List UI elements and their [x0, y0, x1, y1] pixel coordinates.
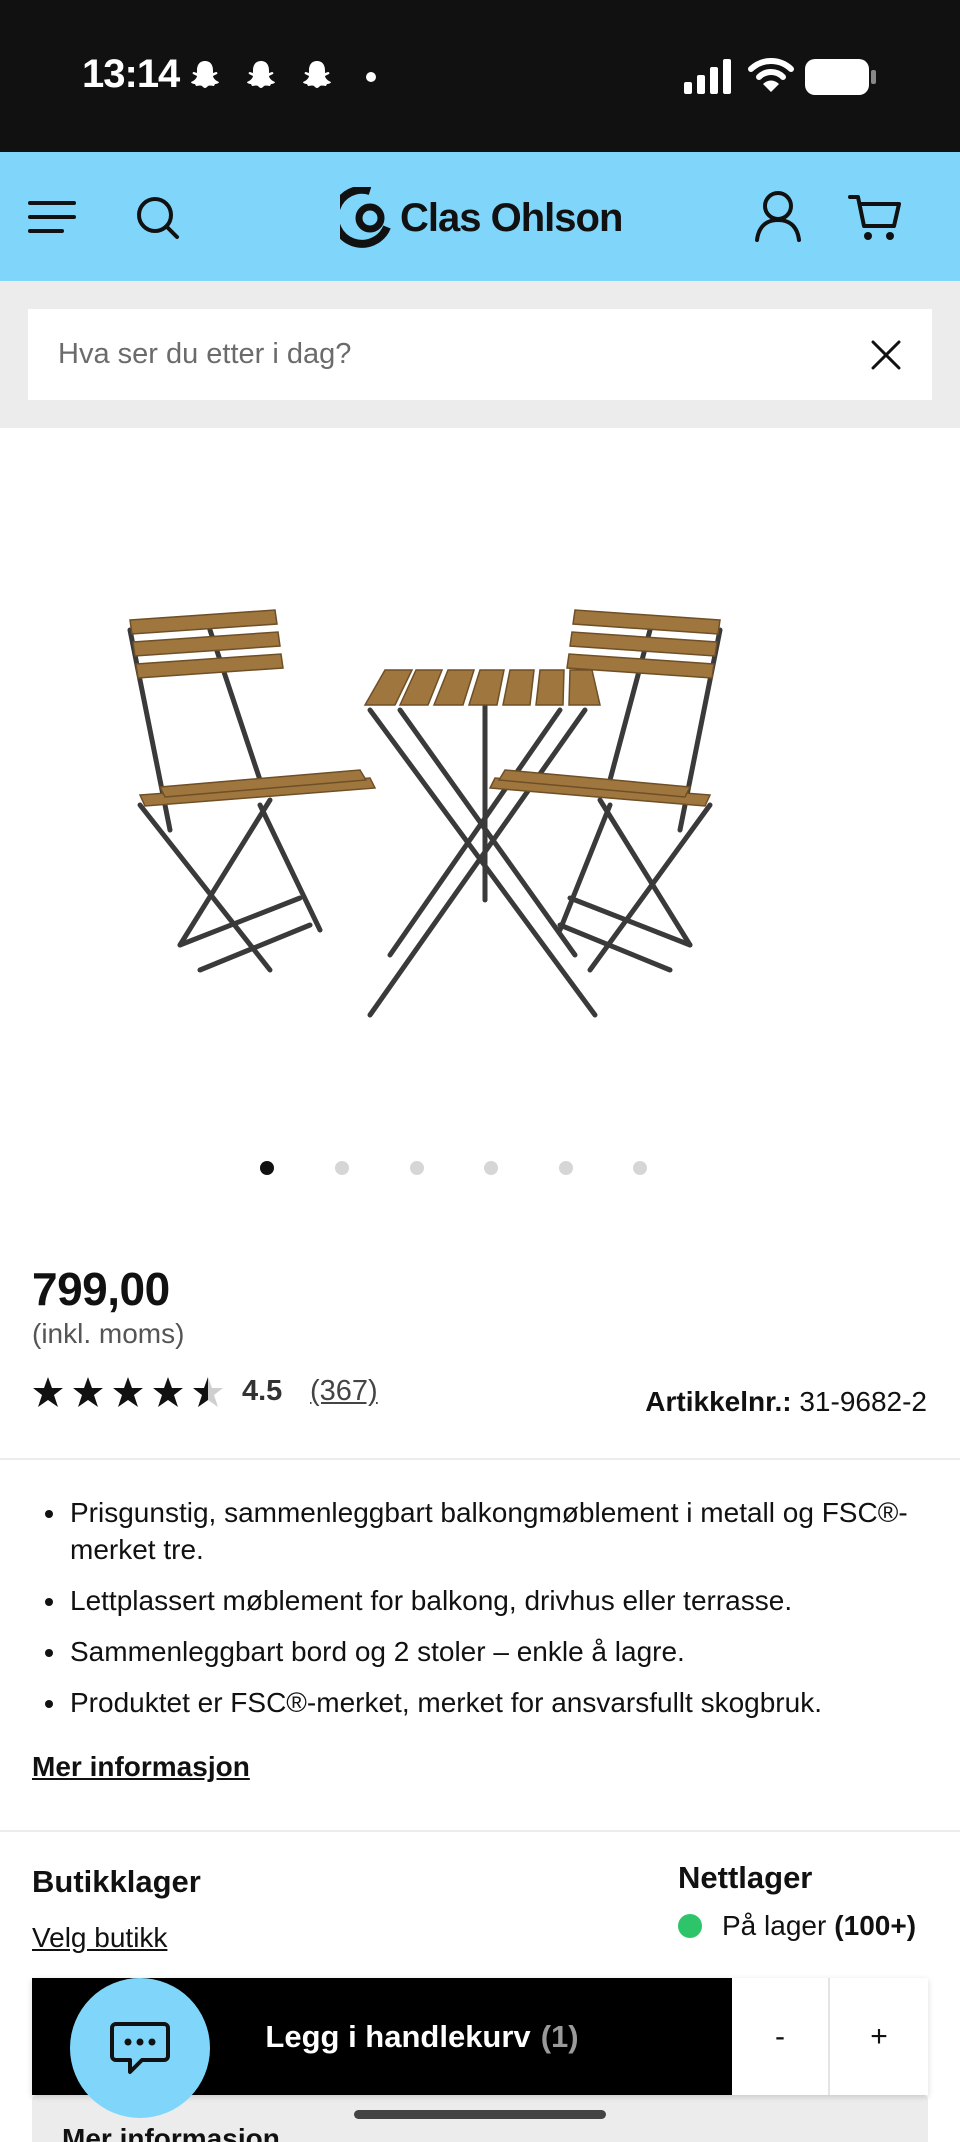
store-stock-title: Butikklager [32, 1864, 201, 1899]
product-price: 799,00 [32, 1263, 170, 1315]
search-bar [0, 281, 960, 428]
snapchat-notification-icon [247, 61, 275, 88]
star-icon [73, 1377, 103, 1407]
star-icon [153, 1377, 183, 1407]
close-icon[interactable] [870, 339, 902, 371]
add-to-cart-label: Legg i handlekurv [265, 2018, 531, 2054]
list-item: Produktet er FSC®-merket, merket for ans… [68, 1684, 928, 1721]
rating-value: 4.5 [242, 1375, 283, 1407]
brand-logo[interactable]: Clas Ohlson [340, 186, 630, 250]
divider [0, 1458, 960, 1460]
product-image[interactable] [120, 600, 860, 1030]
snapchat-notification-icon [191, 61, 219, 88]
carousel-dot[interactable] [559, 1161, 573, 1175]
wifi-icon [748, 58, 794, 92]
account-icon[interactable] [754, 190, 802, 242]
cellular-signal-icon [684, 59, 731, 94]
rating-count-link[interactable]: (367) [310, 1375, 378, 1408]
divider [0, 1830, 960, 1832]
carousel-dot[interactable] [335, 1161, 349, 1175]
star-icon [33, 1377, 63, 1407]
list-item: Lettplassert møblement for balkong, driv… [68, 1582, 928, 1619]
price-vat-note: (inkl. moms) [32, 1318, 185, 1349]
online-stock-status: På lager (100+) [678, 1910, 916, 1942]
carousel-dot[interactable] [260, 1161, 274, 1175]
article-number-label: Artikkelnr.: [645, 1386, 792, 1417]
left-chair [127, 609, 377, 973]
brand-name: Clas Ohlson [400, 195, 623, 240]
cart-icon[interactable] [848, 192, 902, 242]
stock-quantity: (100+) [834, 1910, 917, 1941]
status-bar: 13:14 [0, 0, 960, 152]
half-star-icon [193, 1377, 223, 1407]
star-icon [113, 1377, 143, 1407]
clas-ohlson-logo-icon [340, 187, 391, 248]
list-item: Prisgunstig, sammenleggbart balkongmøble… [68, 1494, 928, 1568]
list-item: Sammenleggbart bord og 2 stoler – enkle … [68, 1633, 928, 1670]
online-stock-title: Nettlager [678, 1860, 813, 1895]
search-icon[interactable] [136, 196, 180, 240]
search-input[interactable] [58, 338, 818, 371]
more-info-link[interactable]: Mer informasjon [32, 1751, 250, 1783]
decrease-quantity-button[interactable]: - [732, 1978, 830, 2095]
table [363, 669, 601, 1018]
image-carousel-dots [255, 1161, 655, 1177]
status-time: 13:14 [82, 52, 180, 96]
increase-quantity-button[interactable]: + [830, 1978, 928, 2095]
cart-count: (1) [540, 2018, 579, 2054]
article-number-value: 31-9682-2 [799, 1386, 927, 1417]
rating-stars[interactable] [32, 1374, 226, 1410]
product-highlights: Prisgunstig, sammenleggbart balkongmøble… [68, 1494, 928, 1735]
battery-icon [805, 59, 876, 95]
stock-status-text: På lager [722, 1910, 827, 1941]
accordion-label: Mer informasjon [62, 2123, 280, 2142]
carousel-dot[interactable] [633, 1161, 647, 1175]
snapchat-notification-icon [303, 61, 331, 88]
choose-store-link[interactable]: Velg butikk [32, 1922, 167, 1954]
carousel-dot[interactable] [410, 1161, 424, 1175]
more-notifications-dot [366, 72, 376, 82]
search-box [28, 309, 932, 400]
carousel-dot[interactable] [484, 1161, 498, 1175]
chat-button[interactable] [70, 1978, 210, 2118]
in-stock-indicator [678, 1914, 702, 1938]
menu-icon[interactable] [28, 198, 76, 236]
home-indicator [354, 2110, 606, 2119]
article-number: Artikkelnr.: 31-9682-2 [645, 1386, 927, 1418]
chat-icon [110, 2022, 170, 2074]
